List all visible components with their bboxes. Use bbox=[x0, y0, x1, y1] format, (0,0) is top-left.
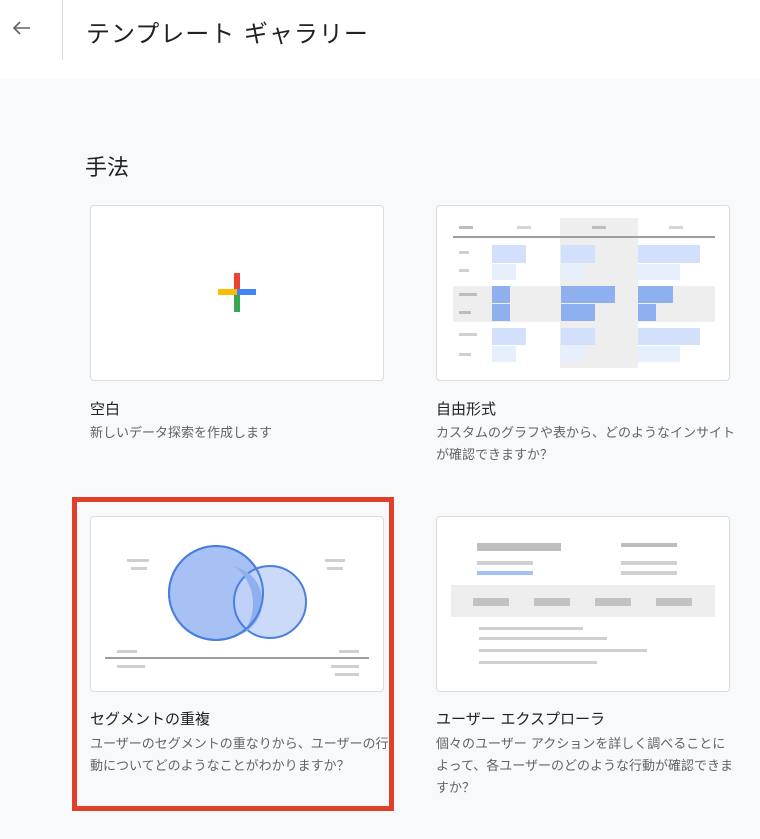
plus-icon bbox=[218, 273, 256, 312]
top-bar: テンプレート ギャラリー bbox=[0, 0, 760, 78]
selection-highlight bbox=[72, 497, 394, 811]
list-thumbnail bbox=[451, 543, 715, 664]
back-button[interactable] bbox=[10, 16, 34, 40]
card-thumbnail[interactable] bbox=[436, 205, 730, 381]
card-thumbnail[interactable] bbox=[436, 516, 730, 692]
card-title: ユーザー エクスプローラ bbox=[436, 710, 606, 728]
section-title: 手法 bbox=[85, 156, 130, 181]
card-title: 空白 bbox=[90, 400, 121, 418]
card-description: 新しいデータ探索を作成します bbox=[90, 426, 273, 441]
template-card-blank[interactable]: 空白 新しいデータ探索を作成します bbox=[90, 205, 390, 445]
card-description: カスタムのグラフや表から、どのようなインサイトが確認できますか？ bbox=[436, 426, 736, 463]
template-card-free-form[interactable]: 自由形式 カスタムのグラフや表から、どのようなインサイトが確認できますか？ bbox=[436, 205, 736, 465]
card-title: 自由形式 bbox=[436, 400, 497, 418]
card-thumbnail[interactable] bbox=[90, 205, 384, 381]
table-thumbnail bbox=[453, 218, 715, 368]
header-divider bbox=[62, 0, 63, 60]
arrow-back-icon bbox=[12, 21, 30, 35]
page-title: テンプレート ギャラリー bbox=[86, 20, 369, 48]
card-description: 個々のユーザー アクションを詳しく調べることによって、各ユーザーのどのような行動… bbox=[436, 737, 734, 796]
template-card-user-explorer[interactable]: ユーザー エクスプローラ 個々のユーザー アクションを詳しく調べることによって、… bbox=[436, 516, 736, 798]
